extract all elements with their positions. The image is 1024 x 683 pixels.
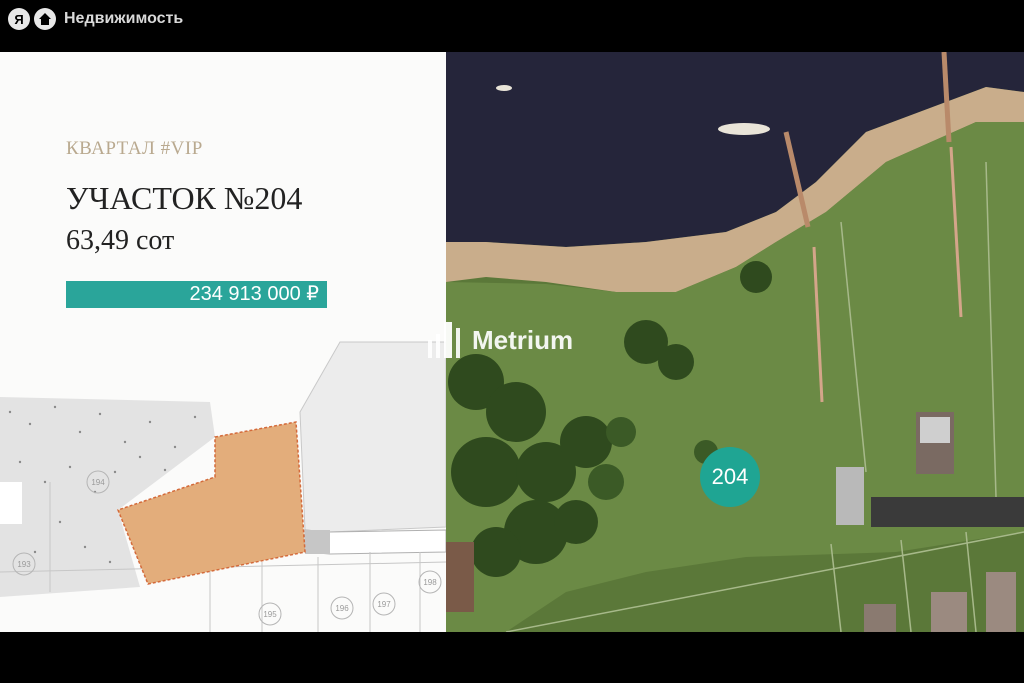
yandex-realty-logo[interactable]: Я Недвижимость [8,8,183,30]
lot-label: 195 [263,610,277,619]
price-badge: 234 913 000 ₽ [66,281,327,308]
plot-area: 63,49 сот [66,225,175,256]
lot-label: 198 [423,578,437,587]
plot-number-badge[interactable]: 204 [700,447,760,507]
lot-label: 193 [17,560,31,569]
brand-name: Недвижимость [64,10,184,27]
realty-house-icon [34,8,56,30]
lot-label: 197 [377,600,391,609]
plot-title: УЧАСТОК №204 [66,180,303,216]
bottom-bar [0,632,1024,683]
yandex-logo-icon: Я [8,8,30,30]
lot-label: 196 [335,604,349,613]
lot-label: 194 [91,478,105,487]
metrium-logo-icon [428,322,460,358]
metrium-watermark: Metrium [428,322,573,358]
top-bar: Я Недвижимость [0,0,1024,50]
watermark-text: Metrium [472,324,574,355]
quarter-label: КВАРТАЛ #VIP [66,138,203,159]
